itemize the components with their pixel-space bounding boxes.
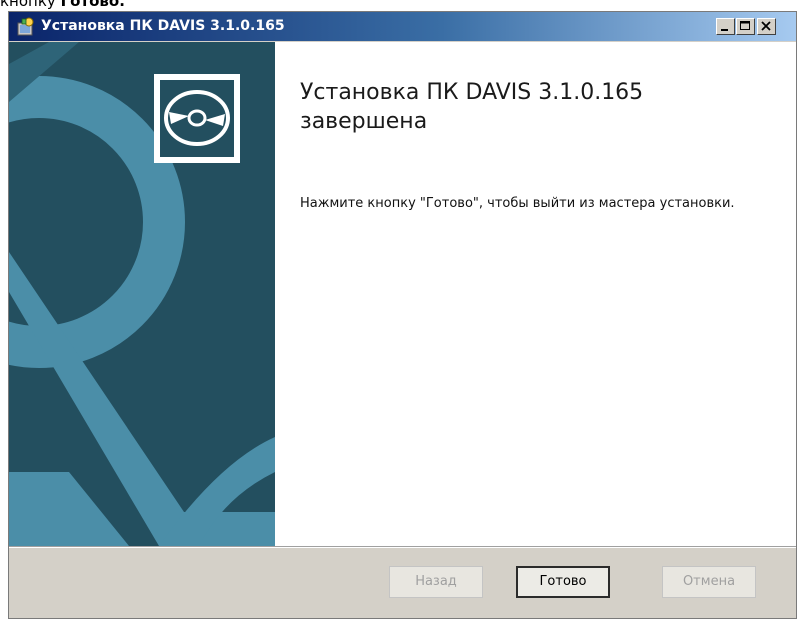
cd-disc-icon	[154, 74, 240, 163]
maximize-icon	[740, 21, 750, 30]
page-title: Установка ПК DAVIS 3.1.0.165 завершена	[300, 80, 644, 134]
back-button[interactable]: Назад	[389, 566, 483, 598]
completion-description: Нажмите кнопку "Готово", чтобы выйти из …	[300, 196, 735, 211]
document-text: кнопку Готово.	[0, 0, 125, 11]
installer-window: Установка ПК DAVIS 3.1.0.165 Установка П…	[8, 11, 797, 619]
close-icon	[761, 21, 771, 31]
maximize-button[interactable]	[736, 18, 755, 35]
cancel-button[interactable]: Отмена	[662, 566, 756, 598]
document-text-bold: Готово.	[60, 0, 125, 10]
wizard-content: Установка ПК DAVIS 3.1.0.165 завершена Н…	[9, 42, 796, 546]
minimize-icon	[721, 29, 728, 31]
side-banner	[9, 42, 275, 546]
installer-icon	[17, 17, 34, 36]
footer-separator	[9, 546, 796, 548]
minimize-button[interactable]	[716, 18, 735, 35]
title-bar[interactable]: Установка ПК DAVIS 3.1.0.165	[9, 12, 796, 41]
finish-button[interactable]: Готово	[516, 566, 610, 598]
close-button[interactable]	[757, 18, 776, 35]
document-text-prefix: кнопку	[0, 0, 61, 10]
window-title: Установка ПК DAVIS 3.1.0.165	[41, 18, 285, 34]
